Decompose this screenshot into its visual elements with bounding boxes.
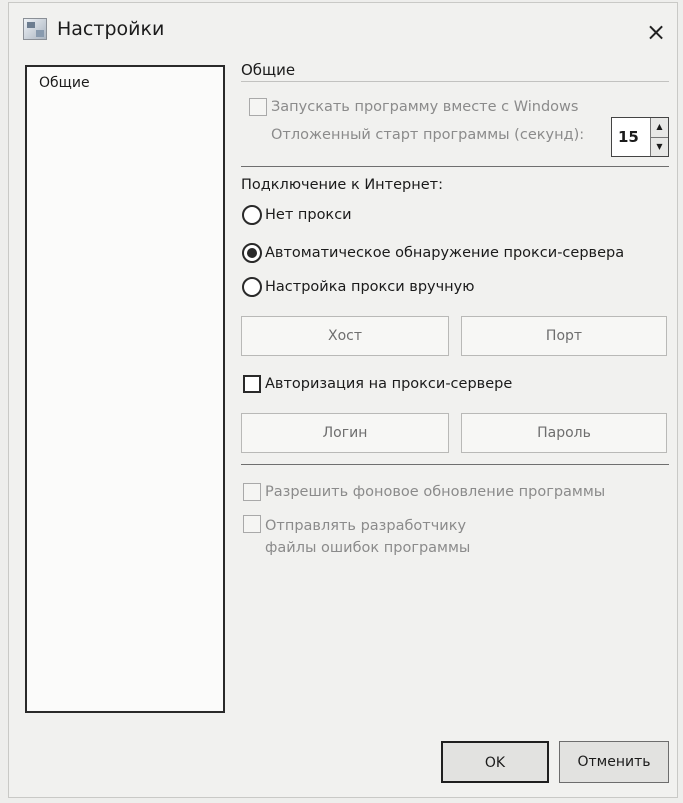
send-errors-label: Отправлять разработчику файлы ошибок про…: [265, 518, 471, 556]
autostart-checkbox[interactable]: [249, 98, 267, 116]
delay-spinner[interactable]: 15 ▲ ▼: [611, 117, 669, 157]
settings-app-icon: [23, 18, 47, 40]
proxy-auth-row[interactable]: Авторизация на прокси-сервере: [243, 375, 512, 393]
autostart-label: Запускать программу вместе с Windows: [271, 99, 579, 115]
port-field[interactable]: Порт: [461, 316, 667, 356]
proxy-manual-label: Настройка прокси вручную: [265, 279, 475, 295]
close-icon[interactable]: ×: [641, 17, 671, 47]
general-section-divider: [241, 81, 669, 82]
divider-1: [241, 166, 669, 167]
autostart-row[interactable]: Запускать программу вместе с Windows: [249, 98, 578, 116]
delay-label: Отложенный старт программы (секунд):: [271, 127, 585, 143]
connection-title: Подключение к Интернет:: [241, 177, 443, 193]
proxy-manual-radio[interactable]: [242, 277, 262, 297]
connection-title-label: Подключение к Интернет:: [241, 177, 443, 193]
window-title: Настройки: [57, 18, 165, 40]
delay-row: Отложенный старт программы (секунд):: [271, 127, 584, 143]
proxy-auto-radio[interactable]: [242, 243, 262, 263]
proxy-option-auto[interactable]: Автоматическое обнаружение прокси-сервер…: [242, 243, 624, 263]
password-field[interactable]: Пароль: [461, 413, 667, 453]
divider-2: [241, 464, 669, 465]
proxy-none-label: Нет прокси: [265, 207, 352, 223]
delay-value[interactable]: 15: [612, 118, 650, 156]
background-update-label: Разрешить фоновое обновление программы: [265, 484, 606, 500]
proxy-option-none[interactable]: Нет прокси: [242, 205, 352, 225]
settings-category-list: Общие: [25, 65, 225, 713]
sidebar-item-general[interactable]: Общие: [27, 67, 223, 99]
cancel-button[interactable]: Отменить: [559, 741, 669, 783]
spinner-buttons: ▲ ▼: [650, 118, 668, 156]
settings-dialog: Настройки × Общие Общие Запускать програ…: [8, 2, 678, 798]
send-errors-row[interactable]: Отправлять разработчику файлы ошибок про…: [243, 515, 503, 559]
title-bar: Настройки ×: [9, 3, 677, 55]
proxy-auth-checkbox[interactable]: [243, 375, 261, 393]
host-field[interactable]: Хост: [241, 316, 449, 356]
proxy-auth-label: Авторизация на прокси-сервере: [265, 376, 513, 392]
proxy-auto-label: Автоматическое обнаружение прокси-сервер…: [265, 245, 625, 261]
spin-down-icon[interactable]: ▼: [651, 136, 668, 156]
background-update-row[interactable]: Разрешить фоновое обновление программы: [243, 483, 605, 501]
general-section-title: Общие: [241, 61, 296, 79]
ok-button[interactable]: OK: [441, 741, 549, 783]
send-errors-checkbox[interactable]: [243, 515, 261, 533]
background-update-checkbox[interactable]: [243, 483, 261, 501]
proxy-none-radio[interactable]: [242, 205, 262, 225]
login-field[interactable]: Логин: [241, 413, 449, 453]
proxy-option-manual[interactable]: Настройка прокси вручную: [242, 277, 474, 297]
spin-up-icon[interactable]: ▲: [651, 118, 668, 137]
